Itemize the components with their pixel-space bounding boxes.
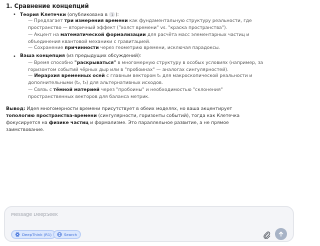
chat-message: 1. Сравнение концепций Теория Клетечки (… — [6, 2, 294, 204]
detail-bold: Иерархия временных осей — [34, 74, 105, 80]
detail-line: — Акцент на математической формализации … — [6, 33, 294, 40]
deepthink-toggle[interactable]: DeepThink (R1) — [11, 230, 56, 239]
detail-text: дополнительными (t₂, t₃) для альтернатив… — [28, 81, 164, 87]
detail-text: — Время способно — [28, 60, 75, 66]
detail-line: — Предлагает три измерения времени как ф… — [6, 19, 294, 26]
conclusion-bold: физике частиц — [48, 120, 89, 126]
arrow-up-icon — [278, 231, 284, 237]
detail-line: дополнительными (t₂, t₃) для альтернатив… — [6, 81, 294, 88]
conclusion-label: Вывод: — [6, 106, 26, 112]
section-heading: 1. Сравнение концепций — [6, 4, 89, 10]
globe-icon — [57, 232, 62, 237]
conclusion-text: фокусируется на — [6, 120, 49, 126]
conclusion-text: и формализме. Это параллельное развитие,… — [88, 120, 229, 126]
detail-text: с главным вектором t₁ для макроскопическ… — [104, 74, 253, 80]
search-label: Search — [64, 232, 78, 237]
detail-bold: математической формализации — [60, 32, 146, 38]
message-input[interactable] — [11, 211, 287, 220]
message-composer: DeepThink (R1) Search — [4, 206, 294, 242]
detail-line: пространство — вторичный эффект ("холст … — [6, 26, 294, 33]
detail-text: пространственных векторов для баланса ме… — [28, 94, 150, 100]
detail-line: — Время способно "раскрываться" в многом… — [6, 61, 294, 68]
conclusion-text: заимствование. — [6, 127, 45, 133]
detail-line: — Связь с тёмной материей через "пробоин… — [6, 88, 294, 95]
detail-text: — Сохранение — [28, 46, 65, 52]
search-toggle[interactable]: Search — [53, 230, 82, 239]
detail-text: как фундаментальную структуру реальности… — [127, 19, 252, 25]
detail-bold: "раскрываться" — [74, 60, 117, 66]
item-title: Ваша концепция — [20, 54, 65, 60]
detail-text: пространство — вторичный эффект ("холст … — [28, 25, 228, 31]
conclusion-text: (сингулярности, горизонты событий), тогд… — [96, 113, 240, 119]
detail-text: — Акцент на — [28, 32, 61, 38]
detail-text: объединения квантовой механики с гравита… — [28, 39, 151, 45]
conclusion-bold: топологию пространства-времени — [6, 113, 97, 119]
list-item-kletechka: Теория Клетечки (опубликована в 1): — [6, 11, 294, 20]
item-title: Теория Клетечки — [20, 12, 66, 18]
detail-text: горизонтом событий чёрных дыр или в "про… — [28, 67, 229, 73]
conclusion-paragraph: Вывод: Идея многомерности времени присут… — [6, 106, 294, 134]
detail-bold: три измерения времени — [64, 19, 128, 25]
atom-icon — [15, 232, 20, 237]
deepthink-label: DeepThink (R1) — [22, 232, 52, 237]
concept-list: Теория Клетечки (опубликована в 1): — Пр… — [6, 11, 294, 102]
detail-bold: тёмной материей — [53, 87, 100, 93]
detail-text: — Предлагает — [28, 19, 65, 25]
detail-line: пространственных векторов для баланса ме… — [6, 95, 294, 102]
paperclip-icon[interactable] — [263, 231, 271, 239]
item-note-end: ): — [115, 12, 119, 18]
detail-text: в многомерную структуру в особых условия… — [116, 60, 264, 66]
item-note: (опубликована в — [65, 12, 110, 18]
detail-text: через "пробоины" и необходимостью "склон… — [99, 87, 223, 93]
detail-bold: причинности — [64, 46, 99, 52]
conclusion-text: Идея многомерности времени присутствует … — [25, 106, 233, 112]
list-item-your-concept: Ваша концепция (из предыдущих обсуждений… — [6, 54, 294, 61]
detail-text: для расчёта масс элементарных частиц и — [145, 32, 250, 38]
send-button[interactable] — [275, 228, 287, 240]
detail-line: — Сохранение причинности через геометрию… — [6, 46, 294, 53]
detail-text: — Связь с — [28, 87, 54, 93]
item-note: (из предыдущих обсуждений): — [64, 54, 142, 60]
detail-text: через геометрию времени, исключая парадо… — [98, 46, 221, 52]
